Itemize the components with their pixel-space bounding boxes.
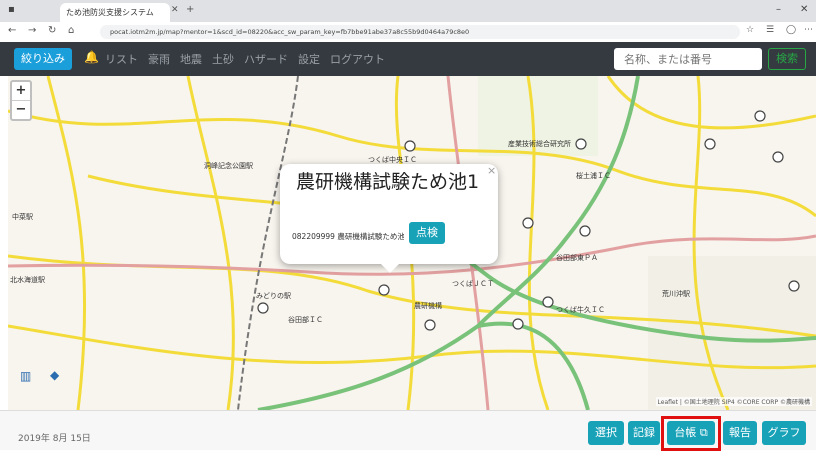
reload-icon[interactable]: ↻ xyxy=(48,25,56,36)
footer-date: 2019年 8月 15日 xyxy=(18,434,91,444)
map-label-tsukuba-chuo-ic: つくば中央ＩＣ xyxy=(368,155,417,164)
map-label-sakura-tsuchiura-ic: 桜土浦ＩＣ xyxy=(576,171,611,180)
nav-link-logout[interactable]: ログアウト xyxy=(330,51,385,67)
record-button[interactable]: 記録 xyxy=(628,421,660,445)
tab-title: ため池防災支援システム xyxy=(66,8,154,17)
map-label-doho-park: 洞峰記念公園駅 xyxy=(204,161,253,170)
more-icon[interactable]: ⋯ xyxy=(804,25,813,35)
nav-links: リスト 豪雨 地震 土砂 ハザード 設定 ログアウト xyxy=(105,51,385,67)
map-label-tsukuba-ushiku-ic: つくば牛久ＩＣ xyxy=(556,305,605,314)
zoom-control: + − xyxy=(10,80,32,121)
app-navbar: 絞り込み 🔔 リスト 豪雨 地震 土砂 ハザード 設定 ログアウト 検索 xyxy=(0,42,816,76)
bell-icon[interactable]: 🔔 xyxy=(84,50,99,64)
browser-tab[interactable]: ため池防災支援システム xyxy=(60,3,170,22)
collections-icon[interactable]: ☰ xyxy=(766,25,774,35)
map-label-yatabe-ic: 谷田部ＩＣ xyxy=(288,315,323,324)
popup-close-icon[interactable]: × xyxy=(487,164,496,177)
map-label-arakawaoki: 荒川沖駅 xyxy=(662,289,690,298)
browser-tabbar: ▪ ため池防災支援システム ✕ + – ✕ xyxy=(0,0,816,22)
search-button[interactable]: 検索 xyxy=(768,48,806,70)
map-label-midorino: みどりの駅 xyxy=(256,292,291,300)
star-icon[interactable]: ☆ xyxy=(746,25,754,35)
address-bar: ← → ↻ ⌂ pocat.iotm2m.jp/map?mentor=1&scd… xyxy=(0,22,816,43)
tag-icon[interactable]: ◆ xyxy=(50,368,59,382)
forward-icon[interactable]: → xyxy=(28,25,36,36)
window-menu-icon[interactable]: ▪ xyxy=(8,4,15,15)
map-label-yatabe-higashi-pa: 谷田部東ＰＡ xyxy=(556,253,598,262)
zoom-out-button[interactable]: − xyxy=(12,101,30,119)
inspect-button[interactable]: 点検 xyxy=(409,222,445,244)
nav-link-earthquake[interactable]: 地震 xyxy=(180,51,202,67)
nav-link-heavy-rain[interactable]: 豪雨 xyxy=(148,51,170,67)
select-button[interactable]: 選択 xyxy=(588,421,624,445)
url-field[interactable]: pocat.iotm2m.jp/map?mentor=1&scd_id=0822… xyxy=(100,25,740,39)
popup-pond-id: 082209999 農研機構試験ため池1 xyxy=(292,232,404,241)
map-label-aist: 産業技術総合研究所 xyxy=(508,139,571,148)
search-input[interactable] xyxy=(614,48,762,70)
graph-button[interactable]: グラフ xyxy=(762,421,806,445)
nav-link-settings[interactable]: 設定 xyxy=(298,51,320,67)
map-label-naro: 農研機構 xyxy=(414,301,442,310)
profile-icon[interactable]: ◯ xyxy=(786,25,796,35)
new-tab-icon[interactable]: + xyxy=(186,4,194,15)
map-label-naka-station: 中菜駅 xyxy=(12,212,33,221)
map-label-kita-mitsukaido: 北水海道駅 xyxy=(10,275,45,284)
pond-popup: 農研機構試験ため池1 082209999 農研機構試験ため池1 点検 × xyxy=(280,164,498,273)
highlight-box xyxy=(661,416,721,451)
zoom-in-button[interactable]: + xyxy=(12,82,30,101)
map[interactable]: つくば中央ＩＣ 産業技術総合研究所 桜土浦ＩＣ 洞峰記念公園駅 中菜駅 北水海道… xyxy=(8,76,816,410)
back-icon[interactable]: ← xyxy=(8,25,16,36)
close-window-icon[interactable]: ✕ xyxy=(800,4,808,15)
home-icon[interactable]: ⌂ xyxy=(68,25,74,36)
tab-close-icon[interactable]: ✕ xyxy=(171,5,179,15)
popup-title: 農研機構試験ため池1 xyxy=(296,171,480,193)
filter-button[interactable]: 絞り込み xyxy=(14,48,72,70)
nav-link-hazard[interactable]: ハザード xyxy=(244,51,288,67)
nav-link-landslide[interactable]: 土砂 xyxy=(212,51,234,67)
map-attribution: Leaflet | ©国土地理院 SIP4 ©CORE CORP ©農研機構 xyxy=(655,397,812,406)
report-button[interactable]: 報告 xyxy=(723,421,757,445)
nav-link-list[interactable]: リスト xyxy=(105,51,138,67)
layers-icon[interactable]: ▥ xyxy=(20,369,31,383)
map-label-tsukuba-jct: つくばＪＣＴ xyxy=(452,279,494,288)
minimize-icon[interactable]: – xyxy=(776,4,781,15)
